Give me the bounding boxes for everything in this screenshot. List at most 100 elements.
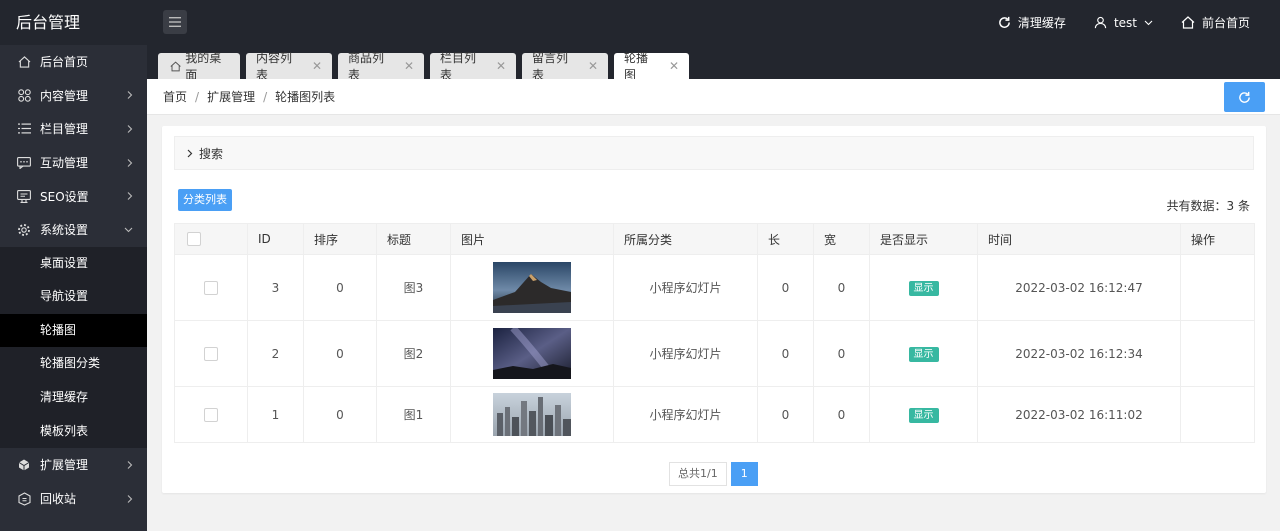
list-icon [17,122,31,136]
home-icon [17,55,31,69]
refresh-icon [1239,91,1250,103]
cell-id: 2 [247,320,304,387]
refresh-button[interactable] [1224,82,1265,112]
cell-title: 图1 [376,386,451,443]
cell-sort: 0 [303,386,377,443]
sidebar-item-label: 系统设置 [40,223,89,238]
cell-category: 小程序幻灯片 [613,386,758,443]
menu-toggle-button[interactable] [163,10,187,34]
thumbnail-image[interactable] [493,328,571,379]
chevron-right-icon [127,158,133,167]
submenu-item-desktop[interactable]: 桌面设置 [0,247,147,281]
sidebar-item-label: SEO设置 [40,189,89,204]
user-name: test [1113,15,1137,30]
row-checkbox[interactable] [204,346,218,361]
column-header-title: 标题 [376,223,451,255]
status-badge[interactable]: 显示 [908,407,939,423]
tab-column-list[interactable]: 栏目列表 ✕ [430,51,516,82]
category-list-button[interactable]: 分类列表 [178,189,232,211]
pagination-current-page[interactable]: 1 [730,462,758,486]
sidebar-item-extension[interactable]: 扩展管理 [0,448,147,482]
chevron-down-icon [1144,20,1153,25]
thumbnail-image[interactable] [493,262,571,313]
row-checkbox[interactable] [204,280,218,295]
cell-length: 0 [757,320,814,387]
tab-label: 商品列表 [348,51,385,82]
submenu-item-clear-cache[interactable]: 清理缓存 [0,381,147,415]
refresh-icon [999,16,1010,28]
sidebar-item-label: 内容管理 [40,88,89,103]
submenu-item-navigation[interactable]: 导航设置 [0,280,147,314]
close-icon[interactable]: ✕ [312,59,322,73]
close-icon[interactable]: ✕ [496,59,506,73]
search-panel-toggle[interactable]: 搜索 [174,136,1254,170]
sidebar-item-label: 栏目管理 [40,122,89,137]
tab-carousel[interactable]: 轮播图 ✕ [614,51,689,82]
chevron-down-icon [124,227,133,233]
chat-icon [17,156,31,170]
breadcrumb-extension[interactable]: 扩展管理 [207,90,255,104]
table-row: 1 0 图1 小程序幻灯片 0 0 显示 2022-03-02 16:11:02 [174,386,1255,443]
table-row: 2 0 图2 小程序幻灯片 0 0 显示 2022-03-02 16:12:34 [174,320,1255,387]
column-header-id: ID [247,223,304,255]
close-icon[interactable]: ✕ [669,59,679,73]
cell-image [450,254,614,321]
breadcrumb-home[interactable]: 首页 [163,90,187,104]
cell-time: 2022-03-02 16:12:47 [977,254,1181,321]
status-badge[interactable]: 显示 [908,346,939,362]
tab-product-list[interactable]: 商品列表 ✕ [338,51,424,82]
clear-cache-button[interactable]: 清理缓存 [998,14,1066,31]
tab-content-list[interactable]: 内容列表 ✕ [246,51,332,82]
sidebar-item-recycle[interactable]: 回收站 [0,482,147,516]
topbar: 后台管理 清理缓存 test 前台首页 [0,0,1280,45]
submenu-item-carousel[interactable]: 轮播图 [0,313,147,348]
tab-label: 内容列表 [256,51,293,82]
chevron-right-icon [127,192,133,201]
cell-width: 0 [813,254,870,321]
cell-image [450,386,614,443]
row-checkbox[interactable] [204,407,218,422]
select-all-checkbox[interactable] [187,232,201,247]
user-menu[interactable]: test [1094,16,1153,30]
sidebar-item-home[interactable]: 后台首页 [0,45,147,79]
tab-my-desktop[interactable]: 我的桌面 [158,51,240,82]
cell-time: 2022-03-02 16:11:02 [977,386,1181,443]
cell-id: 1 [247,386,304,443]
cell-length: 0 [757,254,814,321]
front-home-link[interactable]: 前台首页 [1181,14,1250,31]
front-home-label: 前台首页 [1201,16,1250,30]
seo-icon [17,189,31,203]
close-icon[interactable]: ✕ [404,59,414,73]
status-badge[interactable]: 显示 [908,280,939,296]
chevron-right-icon [127,461,133,469]
system-submenu: 桌面设置 导航设置 轮播图 轮播图分类 清理缓存 模板列表 [0,246,147,449]
pagination: 总共1/1 1 [669,462,758,486]
trash-icon [17,491,31,506]
search-label: 搜索 [199,146,224,161]
cell-width: 0 [813,320,870,387]
sidebar-item-seo[interactable]: SEO设置 [0,179,147,213]
extension-icon [17,458,31,472]
thumbnail-image[interactable] [493,393,571,436]
sidebar-item-system[interactable]: 系统设置 [0,213,147,247]
sidebar-item-label: 后台首页 [40,55,89,70]
tab-message-list[interactable]: 留言列表 ✕ [522,51,608,82]
cell-title: 图2 [376,320,451,387]
column-header-width: 宽 [813,223,870,255]
menu-icon [169,17,181,27]
submenu-item-carousel-category[interactable]: 轮播图分类 [0,347,147,381]
sidebar-item-columns[interactable]: 栏目管理 [0,112,147,146]
close-icon[interactable]: ✕ [588,59,598,73]
cell-visible: 显示 [869,320,978,387]
chevron-right-icon [187,149,193,157]
table-header-row: ID 排序 标题 图片 所属分类 长 宽 是否显示 时间 操作 [174,223,1255,255]
sidebar-item-content[interactable]: 内容管理 [0,79,147,113]
cell-visible: 显示 [869,254,978,321]
submenu-item-templates[interactable]: 模板列表 [0,415,147,449]
column-header-category: 所属分类 [613,223,758,255]
sidebar-item-interaction[interactable]: 互动管理 [0,146,147,180]
cell-sort: 0 [303,320,377,387]
user-icon [1094,16,1107,29]
home-icon [170,60,181,71]
clear-cache-label: 清理缓存 [1017,16,1066,30]
